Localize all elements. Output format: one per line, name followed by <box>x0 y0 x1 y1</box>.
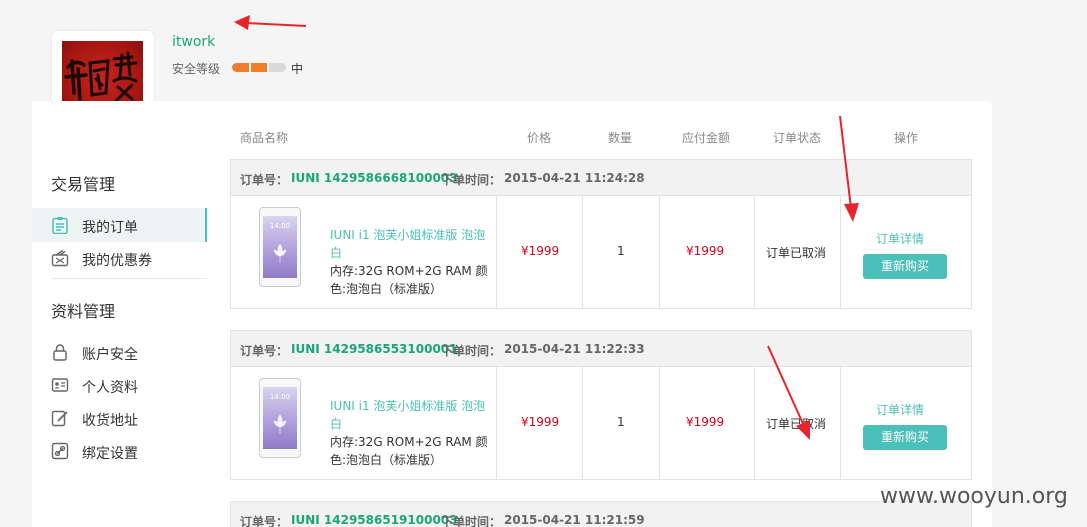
product-image[interactable]: 14:00 <box>259 207 301 287</box>
column-header-product: 商品名称 <box>240 131 289 145</box>
watermark: www.wooyun.org <box>880 484 1068 509</box>
cell-separator <box>582 367 583 479</box>
sidebar-item-label: 绑定设置 <box>82 446 138 462</box>
sidebar-section-title-trade: 交易管理 <box>51 175 116 194</box>
sidebar-item-my-orders[interactable]: 我的订单 <box>32 208 207 242</box>
order-time: 2015-04-21 11:22:33 <box>504 342 645 356</box>
column-header-price: 价格 <box>527 131 552 145</box>
quantity: 1 <box>617 244 625 258</box>
order-card: 订单号： IUNI 1429586553100001 下单时间： 2015-04… <box>230 330 972 480</box>
price: ¥1999 <box>521 415 560 429</box>
annotation-arrow <box>839 115 859 222</box>
security-level-label: 安全等级 <box>172 62 221 76</box>
security-bar-divider <box>267 63 269 72</box>
annotation-arrow <box>767 345 810 440</box>
phone-screen-time: 14:00 <box>269 222 291 230</box>
sidebar-item-personal-info[interactable]: 个人资料 <box>32 368 207 402</box>
sidebar-item-label: 我的优惠券 <box>82 253 152 269</box>
column-header-status: 订单状态 <box>773 131 822 145</box>
sidebar-item-label: 我的订单 <box>82 220 138 236</box>
sidebar-item-shipping-address[interactable]: 收货地址 <box>32 401 207 435</box>
flower-graphic <box>273 414 287 434</box>
sidebar-item-binding-settings[interactable]: 绑定设置 <box>32 434 207 468</box>
price: ¥1999 <box>521 244 560 258</box>
cell-separator <box>840 367 841 479</box>
order-header: 订单号： IUNI 1429586553100001 下单时间： 2015-04… <box>231 331 971 367</box>
cell-separator <box>496 196 497 308</box>
link-icon <box>51 442 69 460</box>
security-level-bar <box>232 63 286 72</box>
flower-graphic <box>273 243 287 263</box>
product-spec: 内存:32G ROM+2G RAM 颜色:泡泡白（标准版） <box>330 435 488 467</box>
phone-screen-time: 14:00 <box>269 393 291 401</box>
column-header-amount: 应付金额 <box>682 131 731 145</box>
sidebar-item-label: 个人资料 <box>82 380 138 396</box>
sidebar-item-label: 账户安全 <box>82 347 138 363</box>
column-header-quantity: 数量 <box>608 131 633 145</box>
cell-separator <box>496 367 497 479</box>
quantity: 1 <box>617 415 625 429</box>
order-number-label: 订单号： <box>240 344 289 358</box>
order-body: 14:00 IUNI i1 泡芙小姐标准版 泡泡白 内存:32G ROM+2G … <box>231 367 971 479</box>
rebuy-button[interactable]: 重新购买 <box>863 254 947 279</box>
clipboard-icon <box>52 217 68 234</box>
product-spec: 内存:32G ROM+2G RAM 颜色:泡泡白（标准版） <box>330 264 488 296</box>
sidebar-section-title-profile: 资料管理 <box>51 302 116 321</box>
cell-separator <box>754 367 755 479</box>
order-time: 2015-04-21 11:21:59 <box>504 513 645 527</box>
order-number-label: 订单号： <box>240 515 289 527</box>
sidebar-divider <box>51 278 207 279</box>
sidebar-item-account-security[interactable]: 账户安全 <box>32 335 207 369</box>
order-number-label: 订单号： <box>240 173 289 187</box>
sidebar-item-label: 收货地址 <box>82 413 138 429</box>
sidebar: 交易管理 我的订单 我的优惠券 资料管理 账户安全 个人资料 收货地址 绑定设置 <box>32 101 209 527</box>
cell-separator <box>659 367 660 479</box>
edit-icon <box>51 410 68 427</box>
order-card: 订单号： IUNI 1429586519100003 下单时间： 2015-04… <box>230 501 972 527</box>
order-number[interactable]: IUNI 1429586519100003 <box>291 513 458 527</box>
product-image[interactable]: 14:00 <box>259 378 301 458</box>
amount-due: ¥1999 <box>686 244 725 258</box>
order-details-link[interactable]: 订单详情 <box>876 230 924 247</box>
sidebar-item-my-coupons[interactable]: 我的优惠券 <box>32 241 207 275</box>
cell-separator <box>582 196 583 308</box>
order-header: 订单号： IUNI 1429586519100003 下单时间： 2015-04… <box>231 502 971 527</box>
amount-due: ¥1999 <box>686 415 725 429</box>
security-bar-divider <box>249 63 251 72</box>
lock-icon <box>53 344 67 361</box>
column-header-actions: 操作 <box>894 131 919 145</box>
order-time-label: 下单时间： <box>441 344 502 358</box>
order-time-label: 下单时间： <box>441 173 502 187</box>
id-card-icon <box>51 378 69 392</box>
order-time: 2015-04-21 11:24:28 <box>504 171 645 185</box>
order-time-label: 下单时间： <box>441 515 502 527</box>
annotation-arrow <box>234 15 307 30</box>
username[interactable]: itwork <box>172 34 215 50</box>
product-name-link[interactable]: IUNI i1 泡芙小姐标准版 泡泡白 <box>330 226 490 262</box>
security-level-value: 中 <box>291 62 304 76</box>
cell-separator <box>659 196 660 308</box>
rebuy-button[interactable]: 重新购买 <box>863 425 947 450</box>
order-number[interactable]: IUNI 1429586668100003 <box>291 171 458 185</box>
orders-panel: 商品名称 价格 数量 应付金额 订单状态 操作 订单号： IUNI 142958… <box>209 101 992 527</box>
active-indicator <box>205 208 207 242</box>
product-name-link[interactable]: IUNI i1 泡芙小姐标准版 泡泡白 <box>330 397 490 433</box>
order-number[interactable]: IUNI 1429586553100001 <box>291 342 458 356</box>
order-details-link[interactable]: 订单详情 <box>876 401 924 418</box>
order-status: 订单已取消 <box>766 246 827 260</box>
coupon-icon <box>51 249 69 267</box>
cell-separator <box>754 196 755 308</box>
